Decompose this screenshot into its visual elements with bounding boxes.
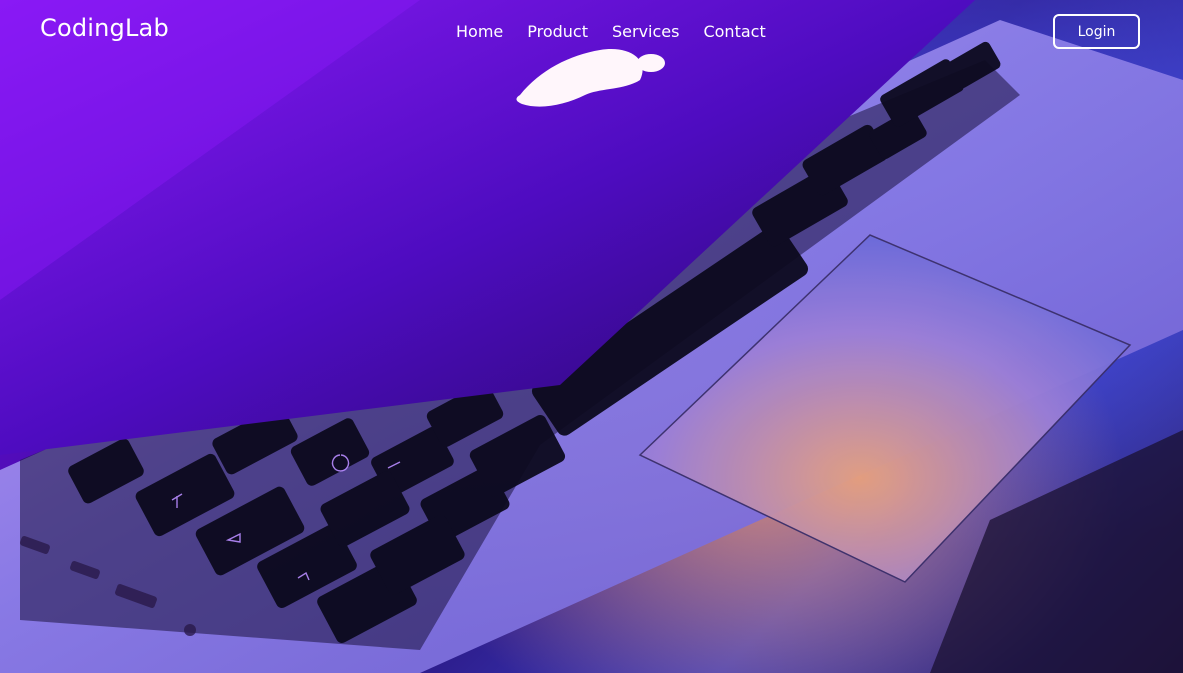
nav-item-services: Services [612, 22, 679, 41]
nav-item-contact: Contact [703, 22, 765, 41]
nav-link-services[interactable]: Services [612, 22, 679, 41]
nav-link-product[interactable]: Product [527, 22, 588, 41]
nav-item-product: Product [527, 22, 588, 41]
login-button[interactable]: Login [1053, 14, 1140, 49]
laptop-background-image [0, 0, 1183, 673]
nav-link-home[interactable]: Home [456, 22, 503, 41]
nav-links: Home Product Services Contact [456, 22, 766, 41]
nav-link-contact[interactable]: Contact [703, 22, 765, 41]
navbar: CodingLab Home Product Services Contact … [0, 0, 1183, 64]
brand-logo[interactable]: CodingLab [40, 14, 169, 42]
nav-item-home: Home [456, 22, 503, 41]
hero-section: CodingLab Home Product Services Contact … [0, 0, 1183, 673]
